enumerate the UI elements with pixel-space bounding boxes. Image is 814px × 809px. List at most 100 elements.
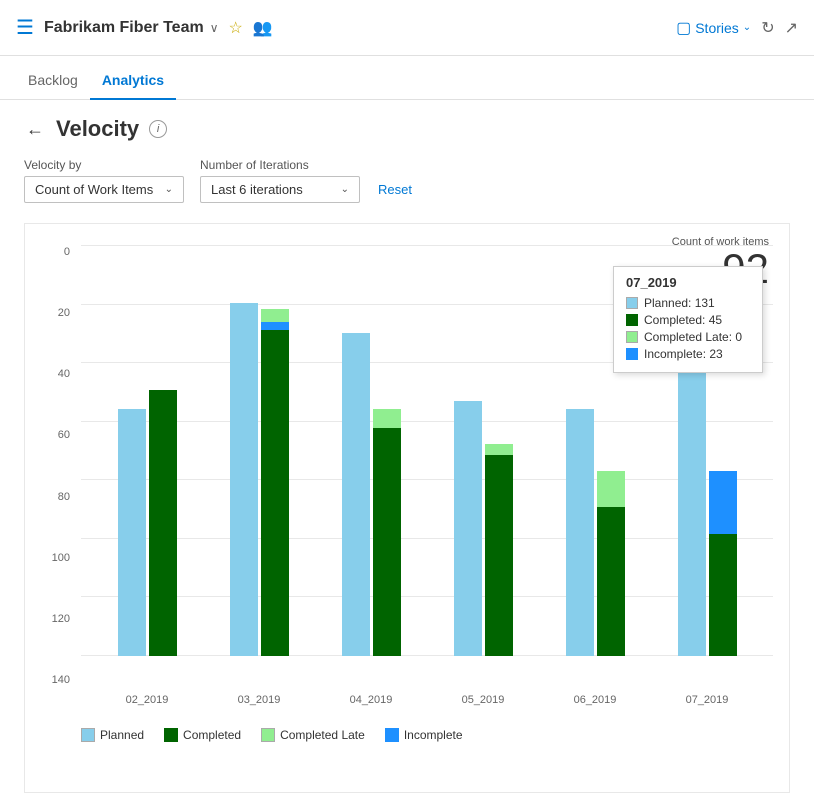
team-name: Fabrikam Fiber Team xyxy=(44,19,204,37)
chart-plot: 07_2019 Planned: 131 Completed: 45 Compl… xyxy=(81,246,773,686)
filters-row: Velocity by Count of Work Items ⌄ Number… xyxy=(24,158,790,203)
refresh-button[interactable]: ↻ xyxy=(761,18,774,38)
stories-label: Stories xyxy=(695,20,739,36)
tooltip-row-incomplete: Incomplete: 23 xyxy=(626,347,750,361)
iterations-value: Last 6 iterations xyxy=(211,182,303,197)
bar-group-04 xyxy=(342,333,401,656)
favorite-icon[interactable]: ☆ xyxy=(229,18,243,38)
page-title: Velocity xyxy=(56,116,139,142)
x-label-04: 04_2019 xyxy=(341,694,401,706)
info-icon[interactable]: i xyxy=(149,120,167,138)
legend: Planned Completed Completed Late Incompl… xyxy=(41,718,773,742)
bar-group-02 xyxy=(118,390,177,656)
y-label-140: 140 xyxy=(41,674,76,686)
x-label-05: 05_2019 xyxy=(453,694,513,706)
bar-06-completedlate xyxy=(597,471,625,506)
y-label-80: 80 xyxy=(41,491,76,503)
x-label-02: 02_2019 xyxy=(117,694,177,706)
velocity-by-chevron: ⌄ xyxy=(165,184,173,195)
expand-button[interactable]: ↗ xyxy=(785,18,798,38)
tooltip-completed-label: Completed: 45 xyxy=(644,313,722,327)
x-label-07: 07_2019 xyxy=(677,694,737,706)
tooltip-completedlate-label: Completed Late: 0 xyxy=(644,330,742,344)
iterations-label: Number of Iterations xyxy=(200,158,360,172)
legend-color-completed xyxy=(164,728,178,742)
bar-02-planned xyxy=(118,409,146,656)
y-label-120: 120 xyxy=(41,613,76,625)
bar-06-completed xyxy=(597,507,625,656)
bar-05-completed xyxy=(485,455,513,656)
x-label-03: 03_2019 xyxy=(229,694,289,706)
page-title-row: ← Velocity i xyxy=(24,116,790,142)
legend-label-planned: Planned xyxy=(100,728,144,742)
tooltip-color-incomplete xyxy=(626,348,638,360)
legend-completed: Completed xyxy=(164,728,241,742)
stories-icon: ▢ xyxy=(676,18,691,38)
velocity-by-label: Velocity by xyxy=(24,158,184,172)
chart-area: Count of work items Average Velocity 92 … xyxy=(24,223,790,793)
legend-label-incomplete: Incomplete xyxy=(404,728,463,742)
legend-color-planned xyxy=(81,728,95,742)
iterations-dropdown[interactable]: Last 6 iterations ⌄ xyxy=(200,176,360,203)
tooltip-row-planned: Planned: 131 xyxy=(626,296,750,310)
legend-label-completedlate: Completed Late xyxy=(280,728,365,742)
app-icon: ☰ xyxy=(16,15,34,40)
back-button[interactable]: ← xyxy=(24,117,46,142)
tooltip-color-planned xyxy=(626,297,638,309)
legend-completedlate: Completed Late xyxy=(261,728,365,742)
y-label-60: 60 xyxy=(41,429,76,441)
legend-color-incomplete xyxy=(385,728,399,742)
y-label-20: 20 xyxy=(41,307,76,319)
iterations-chevron: ⌄ xyxy=(341,184,349,195)
y-label-100: 100 xyxy=(41,552,76,564)
bar-02-completed xyxy=(149,390,177,656)
bar-05-planned xyxy=(454,401,482,656)
stories-chevron: ⌄ xyxy=(743,22,751,33)
bar-04-planned xyxy=(342,333,370,656)
bar-03-completed xyxy=(261,330,289,656)
x-label-06: 06_2019 xyxy=(565,694,625,706)
bar-03-completedlate xyxy=(261,309,289,323)
tooltip-row-completedlate: Completed Late: 0 xyxy=(626,330,750,344)
bar-07-completed xyxy=(709,534,737,656)
nav-tabs: Backlog Analytics xyxy=(0,56,814,100)
stories-button[interactable]: ▢ Stories ⌄ xyxy=(676,18,751,38)
people-icon[interactable]: 👥 xyxy=(253,18,273,38)
tooltip-box: 07_2019 Planned: 131 Completed: 45 Compl… xyxy=(613,266,763,373)
bar-05-completedlate xyxy=(485,444,513,455)
y-label-40: 40 xyxy=(41,368,76,380)
bar-04-completed xyxy=(373,428,401,656)
legend-incomplete: Incomplete xyxy=(385,728,463,742)
app-header: ☰ Fabrikam Fiber Team ∨ ☆ 👥 ▢ Stories ⌄ … xyxy=(0,0,814,56)
x-labels: 02_2019 03_2019 04_2019 05_2019 06_2019 … xyxy=(81,694,773,706)
tooltip-color-completed xyxy=(626,314,638,326)
bar-group-05 xyxy=(454,401,513,656)
tab-analytics[interactable]: Analytics xyxy=(90,62,176,100)
y-label-0: 0 xyxy=(41,246,76,258)
chart-container: 140 120 100 80 60 40 20 0 xyxy=(41,246,773,686)
tooltip-title: 07_2019 xyxy=(626,275,750,290)
bar-03-planned xyxy=(230,303,258,656)
tooltip-planned-label: Planned: 131 xyxy=(644,296,715,310)
bar-04-completedlate xyxy=(373,409,401,428)
tooltip-row-completed: Completed: 45 xyxy=(626,313,750,327)
velocity-by-dropdown[interactable]: Count of Work Items ⌄ xyxy=(24,176,184,203)
tooltip-incomplete-label: Incomplete: 23 xyxy=(644,347,723,361)
y-axis: 140 120 100 80 60 40 20 0 xyxy=(41,246,76,686)
legend-label-completed: Completed xyxy=(183,728,241,742)
legend-planned: Planned xyxy=(81,728,144,742)
team-chevron[interactable]: ∨ xyxy=(210,21,219,35)
tooltip-color-completedlate xyxy=(626,331,638,343)
bar-03-incomplete xyxy=(261,322,289,330)
bar-group-03 xyxy=(230,303,289,656)
tab-backlog[interactable]: Backlog xyxy=(16,62,90,100)
bar-group-06 xyxy=(566,409,625,656)
iterations-group: Number of Iterations Last 6 iterations ⌄ xyxy=(200,158,360,203)
bar-06-planned xyxy=(566,409,594,656)
reset-button[interactable]: Reset xyxy=(376,177,414,202)
bar-07-incomplete xyxy=(709,471,737,533)
header-right: ▢ Stories ⌄ ↻ ↗ xyxy=(676,18,798,38)
velocity-by-group: Velocity by Count of Work Items ⌄ xyxy=(24,158,184,203)
velocity-by-value: Count of Work Items xyxy=(35,182,153,197)
main-content: ← Velocity i Velocity by Count of Work I… xyxy=(0,100,814,809)
